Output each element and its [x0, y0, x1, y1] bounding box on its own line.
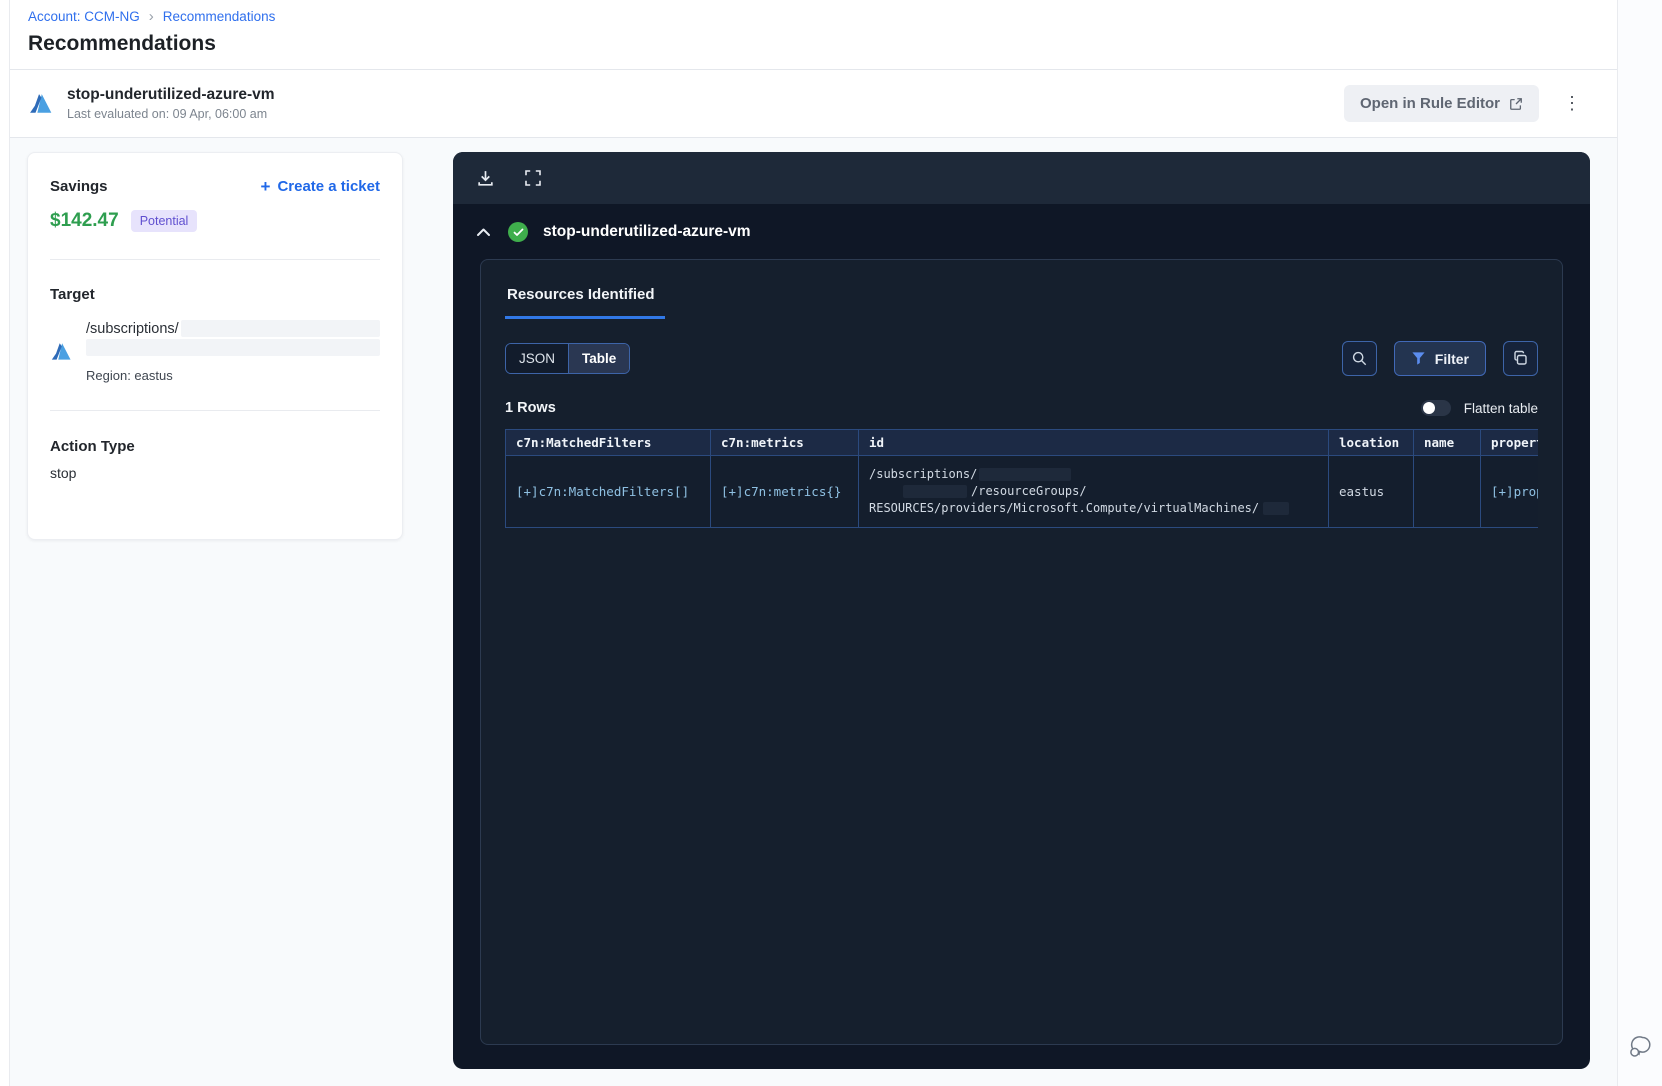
savings-amount: $142.47	[50, 210, 119, 231]
action-type-label: Action Type	[50, 438, 135, 455]
recommendation-header: stop-underutilized-azure-vm Last evaluat…	[10, 70, 1617, 138]
redacted-id-segment	[903, 485, 967, 498]
kebab-menu-button[interactable]: ⋮	[1553, 94, 1591, 113]
action-type-value: stop	[50, 465, 77, 481]
table-header-row: c7n:MatchedFilters c7n:metrics id locati…	[505, 429, 1538, 456]
column-header-id[interactable]: id	[858, 429, 1329, 456]
success-check-icon	[508, 222, 528, 242]
rule-title-row: stop-underutilized-azure-vm	[453, 204, 1590, 242]
cell-properties[interactable]: [+]prop	[1480, 455, 1538, 528]
flatten-table-label: Flatten table	[1463, 400, 1538, 416]
viewer-toolbar-bar	[453, 152, 1590, 204]
recommendation-last-evaluated: Last evaluated on: 09 Apr, 06:00 am	[67, 107, 268, 121]
copy-button[interactable]	[1503, 341, 1538, 376]
cell-name[interactable]	[1413, 455, 1481, 528]
id-line1: /subscriptions/	[869, 467, 978, 481]
open-rule-editor-label: Open in Rule Editor	[1359, 95, 1500, 112]
redacted-id-segment	[979, 468, 1072, 481]
chat-bubbles-icon	[1627, 1034, 1654, 1060]
recommendation-name: stop-underutilized-azure-vm	[67, 86, 275, 103]
cell-metrics[interactable]: [+]c7n:metrics{}	[710, 455, 859, 528]
resources-table: c7n:MatchedFilters c7n:metrics id locati…	[505, 429, 1538, 528]
view-toggle: JSON Table	[505, 343, 631, 374]
redacted-id-segment	[1263, 502, 1290, 515]
cell-location[interactable]: eastus	[1328, 455, 1414, 528]
external-link-icon	[1509, 97, 1523, 111]
chat-help-button[interactable]	[1627, 1034, 1654, 1060]
filter-button[interactable]: Filter	[1393, 341, 1486, 376]
redacted-subscription-id	[180, 320, 380, 337]
recommendation-info: stop-underutilized-azure-vm Last evaluat…	[67, 86, 275, 121]
azure-icon	[28, 93, 53, 114]
column-header-location[interactable]: location	[1328, 429, 1414, 456]
filter-label: Filter	[1434, 350, 1469, 367]
azure-icon	[50, 342, 72, 361]
fullscreen-icon	[524, 169, 542, 187]
download-icon	[476, 169, 495, 188]
savings-card: Savings + Create a ticket $142.47 Potent…	[27, 152, 403, 540]
id-line2-text: /resourceGroups/	[971, 484, 1087, 498]
cell-matched-filters[interactable]: [+]c7n:MatchedFilters[]	[505, 455, 711, 528]
target-path: /subscriptions/	[86, 320, 179, 337]
open-rule-editor-button[interactable]: Open in Rule Editor	[1343, 85, 1539, 122]
json-view-button[interactable]: JSON	[506, 344, 570, 373]
view-controls-row: JSON Table Filter	[505, 341, 1538, 376]
column-header-name[interactable]: name	[1413, 429, 1481, 456]
chevron-right-icon: ›	[148, 8, 154, 25]
cell-id[interactable]: /subscriptions/ /resourceGroups/ RESOURC…	[858, 455, 1329, 528]
column-header-matched-filters[interactable]: c7n:MatchedFilters	[505, 429, 711, 456]
card-divider	[50, 259, 380, 260]
card-divider	[50, 410, 380, 411]
column-header-metrics[interactable]: c7n:metrics	[710, 429, 859, 456]
kebab-icon: ⋮	[1563, 92, 1581, 113]
main-column: Account: CCM-NG › Recommendations Recomm…	[10, 0, 1617, 1086]
copy-icon	[1512, 350, 1529, 367]
chevron-up-icon	[476, 227, 491, 237]
savings-label: Savings	[50, 178, 108, 195]
rule-title: stop-underutilized-azure-vm	[543, 223, 751, 240]
search-icon	[1351, 350, 1368, 367]
download-button[interactable]	[465, 158, 505, 198]
table-view-button[interactable]: Table	[569, 344, 630, 373]
breadcrumb-account-link[interactable]: Account: CCM-NG	[28, 9, 140, 24]
breadcrumb: Account: CCM-NG › Recommendations	[28, 9, 1589, 24]
table-row: [+]c7n:MatchedFilters[] [+]c7n:metrics{}…	[505, 455, 1538, 528]
tab-resources-identified[interactable]: Resources Identified	[505, 282, 665, 319]
page-left-edge	[0, 0, 10, 1086]
flatten-table-toggle[interactable]	[1420, 400, 1451, 416]
search-button[interactable]	[1341, 341, 1377, 376]
rows-count: 1 Rows	[505, 400, 556, 416]
page-title: Recommendations	[28, 32, 216, 55]
fullscreen-button[interactable]	[513, 158, 553, 198]
resources-identified-box: Resources Identified JSON Table Filter 1…	[480, 259, 1563, 1045]
create-ticket-button[interactable]: + Create a ticket	[261, 178, 381, 195]
rows-info-row: 1 Rows Flatten table	[505, 400, 1538, 416]
right-rail	[1617, 0, 1662, 1086]
create-ticket-label: Create a ticket	[277, 178, 380, 195]
page-header: Account: CCM-NG › Recommendations Recomm…	[10, 0, 1617, 70]
resources-table-wrap: c7n:MatchedFilters c7n:metrics id locati…	[505, 429, 1538, 528]
breadcrumb-recommendations-link[interactable]: Recommendations	[163, 9, 276, 24]
redacted-subscription-id	[86, 339, 380, 356]
target-region: Region: eastus	[86, 368, 173, 383]
filter-icon	[1411, 351, 1426, 366]
id-line3: RESOURCES/providers/Microsoft.Compute/vi…	[869, 501, 1260, 515]
collapse-button[interactable]	[474, 225, 493, 239]
content-area: Savings + Create a ticket $142.47 Potent…	[10, 138, 1617, 1086]
target-label: Target	[50, 286, 95, 303]
column-header-properties[interactable]: propert	[1480, 429, 1538, 456]
target-detail: /subscriptions/ Region: eastus	[86, 320, 380, 383]
resource-viewer-panel: stop-underutilized-azure-vm Resources Id…	[453, 152, 1590, 1069]
plus-icon: +	[260, 177, 271, 196]
potential-badge: Potential	[130, 210, 198, 232]
